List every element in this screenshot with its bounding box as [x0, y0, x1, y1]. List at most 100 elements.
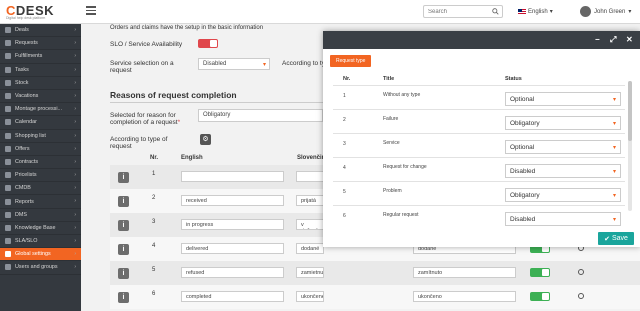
save-button[interactable]: ✔ Save [598, 232, 634, 245]
english-input[interactable]: delivered [181, 243, 284, 254]
sidebar-item-fulfillments[interactable]: Fulfillments › [0, 50, 81, 64]
request-type-button[interactable]: Request type [330, 55, 372, 67]
menu-toggle-icon[interactable] [86, 6, 96, 16]
sidebar-item-reports[interactable]: Reports › [0, 195, 81, 209]
sidebar-item-stock[interactable]: Stock › [0, 77, 81, 90]
divider [110, 102, 323, 103]
reason-select[interactable]: Obligatory [198, 109, 323, 122]
search-icon[interactable] [492, 8, 499, 15]
radio-icon[interactable] [578, 293, 584, 299]
menu-item-icon [5, 238, 11, 245]
status-select[interactable]: Optional ▾ [505, 140, 621, 154]
chevron-right-icon: › [74, 172, 76, 179]
info-icon[interactable]: i [118, 172, 129, 183]
search-box[interactable] [423, 5, 503, 18]
row-nr: 3 [152, 219, 156, 225]
user-menu[interactable]: John Green ▾ [580, 6, 631, 17]
status-select[interactable]: Disabled ▾ [505, 212, 621, 226]
status-value: Obligatory [510, 120, 540, 127]
status-select[interactable]: Obligatory ▾ [505, 188, 621, 202]
info-icon[interactable]: i [118, 196, 129, 207]
info-icon[interactable]: i [118, 292, 129, 303]
slo-label: SLO / Service Availability [110, 41, 183, 48]
table-row: 2 Failure Obligatory ▾ [333, 109, 625, 133]
sidebar-item-vacations[interactable]: Vacations › [0, 90, 81, 104]
row-toggle[interactable] [530, 268, 550, 277]
sidebar-item-knowledge-base[interactable]: Knowledge Base › [0, 222, 81, 235]
close-icon[interactable]: ✕ [626, 35, 633, 44]
status-value: Disabled [510, 216, 536, 223]
sidebar-item-deals[interactable]: Deals › [0, 24, 81, 38]
sidebar-item-calendar[interactable]: Calendar › [0, 116, 81, 130]
slovencina-input[interactable] [296, 171, 324, 182]
chevron-right-icon: › [74, 224, 76, 231]
slo-toggle[interactable] [198, 39, 218, 48]
language-selector[interactable]: English ▾ [518, 8, 553, 15]
row-nr: 3 [343, 141, 346, 147]
status-select[interactable]: Optional ▾ [505, 92, 621, 106]
search-input[interactable] [424, 6, 488, 17]
english-input[interactable]: refused [181, 267, 284, 278]
sidebar-item-contracts[interactable]: Contracts › [0, 156, 81, 170]
sidebar-item-shopping-list[interactable]: Shopping list › [0, 130, 81, 143]
sidebar-item-pricelists[interactable]: Pricelists › [0, 169, 81, 183]
row-title: Regular request [383, 212, 419, 218]
info-icon[interactable]: i [118, 244, 129, 255]
slovencina-input[interactable]: prijatá [296, 195, 324, 206]
table-row: 6 Regular request Disabled ▾ [333, 205, 625, 229]
sidebar-item-label: Montage processi... [15, 106, 63, 113]
minimize-icon[interactable]: − [595, 35, 600, 44]
chevron-right-icon: › [74, 79, 76, 86]
sidebar-item-label: Users and groups [15, 264, 58, 271]
czech-input[interactable]: zamítnuto [413, 267, 516, 278]
czech-input[interactable]: ukončeno [413, 291, 516, 302]
save-label: Save [611, 235, 628, 242]
sidebar-item-offers[interactable]: Offers › [0, 143, 81, 156]
chevron-down-icon: ▾ [549, 9, 553, 15]
sidebar-item-tasks[interactable]: Tasks › [0, 64, 81, 77]
sidebar-item-label: Global settings [15, 251, 51, 258]
info-icon[interactable]: i [118, 220, 129, 231]
modal-scrollbar[interactable] [628, 81, 632, 211]
row-nr: 4 [152, 243, 156, 249]
menu-item-icon [5, 224, 11, 231]
radio-icon[interactable] [578, 269, 584, 275]
chevron-right-icon: › [74, 198, 76, 205]
english-input[interactable]: in progress [181, 219, 284, 230]
sidebar-item-global-settings[interactable]: Global settings › [0, 248, 81, 262]
modal-col-title: Title [383, 76, 395, 82]
slovencina-input[interactable]: v riešení [296, 219, 324, 230]
sidebar-item-montage-processi[interactable]: Montage processi... › [0, 103, 81, 117]
slovencina-input[interactable]: dodané [296, 243, 324, 254]
according-to-type-label: According to ty [282, 60, 325, 67]
row-title: Service [383, 140, 400, 146]
modal-header: − ⤢ ✕ [323, 31, 640, 49]
chevron-down-icon: ▾ [262, 62, 266, 68]
sidebar-item-sla-slo[interactable]: SLA/SLO › [0, 235, 81, 249]
maximize-icon[interactable]: ⤢ [610, 35, 616, 45]
col-nr: Nr. [150, 155, 159, 161]
chevron-right-icon: › [74, 132, 76, 139]
slovencina-input[interactable]: zamietnuté [296, 267, 324, 278]
row-toggle[interactable] [530, 292, 550, 301]
scrollbar-thumb[interactable] [628, 81, 632, 141]
slovencina-input[interactable]: ukončené [296, 291, 324, 302]
sidebar-item-requests[interactable]: Requests › [0, 37, 81, 51]
cdesk-logo[interactable]: CDESK Digital help desk platform [6, 3, 76, 21]
status-select[interactable]: Disabled ▾ [505, 164, 621, 178]
sidebar-item-label: Stock [15, 79, 29, 86]
sidebar-item-users-and-groups[interactable]: Users and groups › [0, 261, 81, 275]
status-select[interactable]: Obligatory ▾ [505, 116, 621, 130]
sidebar-item-cmdb[interactable]: CMDB › [0, 182, 81, 196]
sidebar-item-label: CMDB [15, 185, 31, 192]
service-selection-select[interactable]: Disabled ▾ [198, 58, 270, 70]
sidebar-item-label: Tasks [15, 66, 29, 73]
info-icon[interactable]: i [118, 268, 129, 279]
english-input[interactable]: completed [181, 291, 284, 302]
sidebar-item-dms[interactable]: DMS › [0, 209, 81, 222]
gear-icon[interactable]: ⚙ [200, 134, 211, 145]
english-input[interactable] [181, 171, 284, 182]
english-input[interactable]: received [181, 195, 284, 206]
status-value: Optional [510, 144, 535, 151]
sidebar-item-label: SLA/SLO [15, 238, 38, 245]
